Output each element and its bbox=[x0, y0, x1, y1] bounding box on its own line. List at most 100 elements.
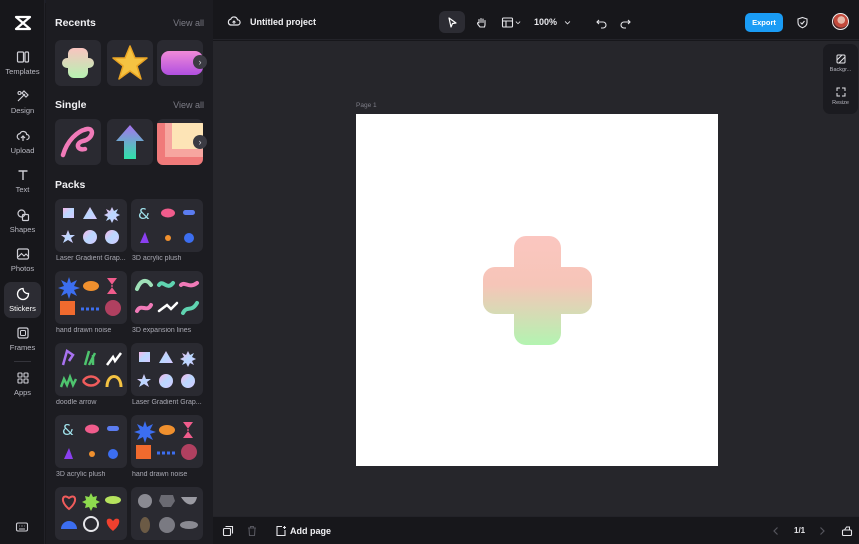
nav-apps[interactable]: Apps bbox=[4, 366, 41, 402]
stickers-icon bbox=[16, 287, 29, 301]
pack-label: Laser Gradient Grap... bbox=[56, 255, 126, 262]
chevron-left-icon[interactable] bbox=[770, 525, 782, 537]
svg-text:&: & bbox=[62, 421, 74, 439]
pack-label: hand drawn noise bbox=[132, 471, 188, 478]
background-button[interactable]: Backgr... bbox=[823, 48, 858, 78]
single-sticker-swirl[interactable] bbox=[55, 119, 101, 165]
pack-laser-gradient-2[interactable] bbox=[131, 343, 203, 396]
nav-templates[interactable]: Templates bbox=[4, 45, 41, 81]
page-counter: 1/1 bbox=[794, 526, 806, 535]
recent-sticker-clover[interactable] bbox=[55, 40, 101, 86]
bottom-bar: Add page 1/1 bbox=[213, 516, 859, 544]
canvas-page[interactable] bbox=[356, 114, 718, 466]
shapes-icon bbox=[16, 209, 29, 222]
photos-icon bbox=[16, 248, 29, 260]
nav-apps-label: Apps bbox=[13, 388, 32, 397]
single-sticker-arrow[interactable] bbox=[107, 119, 153, 165]
nav-text[interactable]: Text bbox=[4, 163, 41, 199]
nav-photos-label: Photos bbox=[10, 264, 35, 273]
canvas-area[interactable]: Page 1 bbox=[213, 41, 859, 516]
single-view-all-link[interactable]: View all bbox=[173, 100, 204, 110]
right-tool-panel: Backgr... Resize bbox=[823, 44, 858, 114]
nav-shapes[interactable]: Shapes bbox=[4, 203, 41, 239]
nav-stickers-label: Stickers bbox=[9, 304, 36, 313]
undo-icon bbox=[595, 19, 606, 29]
nav-photos[interactable]: Photos bbox=[4, 242, 41, 278]
shield-icon bbox=[796, 16, 808, 28]
pack-shapes-mix[interactable] bbox=[55, 487, 127, 540]
pack-3d-expansion-lines[interactable] bbox=[131, 271, 203, 324]
nav-shapes-label: Shapes bbox=[9, 225, 36, 234]
pack-label: 3D acrylic plush bbox=[132, 255, 182, 262]
pack-3d-acrylic-plush-2[interactable]: & bbox=[55, 415, 127, 468]
single-title: Single bbox=[55, 99, 87, 111]
chevron-down-icon bbox=[564, 20, 571, 25]
export-button[interactable]: Export bbox=[745, 13, 783, 32]
recent-sticker-star[interactable] bbox=[107, 40, 153, 86]
pages-panel-icon[interactable] bbox=[841, 525, 853, 537]
nav-upload-label: Upload bbox=[10, 146, 35, 155]
packs-title: Packs bbox=[55, 179, 86, 191]
pack-label: hand drawn noise bbox=[56, 327, 112, 334]
pack-doodle-arrow[interactable] bbox=[55, 343, 127, 396]
recents-title: Recents bbox=[55, 17, 96, 29]
hand-icon bbox=[476, 17, 486, 28]
pack-label: 3D acrylic plush bbox=[56, 471, 106, 478]
add-page-button[interactable]: Add page bbox=[290, 526, 331, 536]
select-tool-button[interactable] bbox=[439, 11, 465, 33]
undo-button[interactable] bbox=[591, 11, 611, 33]
background-icon bbox=[836, 54, 845, 63]
resize-label: Resize bbox=[832, 99, 849, 106]
pack-laser-gradient-1[interactable] bbox=[55, 199, 127, 252]
frames-icon bbox=[16, 327, 29, 339]
top-bar: Untitled project 100% Export bbox=[213, 0, 859, 40]
pack-hand-drawn-noise-2[interactable] bbox=[131, 415, 203, 468]
svg-text:&: & bbox=[138, 205, 150, 223]
templates-icon bbox=[16, 51, 29, 63]
nav-text-label: Text bbox=[15, 185, 30, 194]
upload-icon bbox=[16, 130, 30, 141]
left-nav-rail: Templates Design Upload Text Shapes Phot… bbox=[0, 0, 45, 544]
nav-upload[interactable]: Upload bbox=[4, 124, 41, 160]
zoom-dropdown[interactable]: 100% bbox=[531, 11, 575, 33]
pack-3d-acrylic-plush-1[interactable]: & bbox=[131, 199, 203, 252]
nav-design-label: Design bbox=[10, 106, 35, 115]
layout-menu-button[interactable] bbox=[497, 11, 525, 33]
hand-tool-button[interactable] bbox=[469, 11, 493, 33]
add-page-icon[interactable] bbox=[275, 525, 287, 537]
pack-label: Laser Gradient Grap... bbox=[132, 399, 202, 406]
design-icon bbox=[16, 90, 29, 102]
stickers-panel: Recents View all › Single View all › Pac… bbox=[46, 0, 213, 544]
recents-view-all-link[interactable]: View all bbox=[173, 18, 204, 28]
pack-label: doodle arrow bbox=[56, 399, 97, 406]
keyboard-icon[interactable] bbox=[15, 520, 29, 534]
nav-design[interactable]: Design bbox=[4, 84, 41, 120]
chevron-down-icon bbox=[515, 20, 520, 24]
cloud-sync-icon[interactable] bbox=[227, 15, 241, 27]
page-label: Page 1 bbox=[356, 102, 377, 109]
text-icon bbox=[18, 170, 27, 180]
nav-frames[interactable]: Frames bbox=[4, 321, 41, 357]
single-next-button[interactable]: › bbox=[193, 135, 207, 149]
recents-next-button[interactable]: › bbox=[193, 55, 207, 69]
nav-stickers[interactable]: Stickers bbox=[4, 282, 41, 318]
resize-button[interactable]: Resize bbox=[823, 81, 858, 111]
duplicate-page-icon[interactable] bbox=[222, 525, 234, 537]
zoom-value: 100% bbox=[533, 17, 558, 27]
cursor-icon bbox=[447, 16, 457, 28]
redo-icon bbox=[620, 19, 631, 29]
apps-icon bbox=[16, 372, 29, 384]
nav-frames-label: Frames bbox=[9, 343, 36, 352]
shield-button[interactable] bbox=[792, 11, 812, 33]
clover-sticker-element[interactable] bbox=[483, 236, 592, 345]
project-title[interactable]: Untitled project bbox=[250, 17, 316, 27]
nav-templates-label: Templates bbox=[5, 67, 40, 76]
app-logo-icon[interactable] bbox=[13, 13, 33, 33]
redo-button[interactable] bbox=[615, 11, 635, 33]
user-avatar[interactable] bbox=[832, 13, 849, 30]
background-label: Backgr... bbox=[829, 66, 852, 73]
delete-page-icon[interactable] bbox=[246, 525, 258, 537]
pack-metallic-shapes[interactable] bbox=[131, 487, 203, 540]
pack-hand-drawn-noise-1[interactable] bbox=[55, 271, 127, 324]
chevron-right-icon[interactable] bbox=[816, 525, 828, 537]
